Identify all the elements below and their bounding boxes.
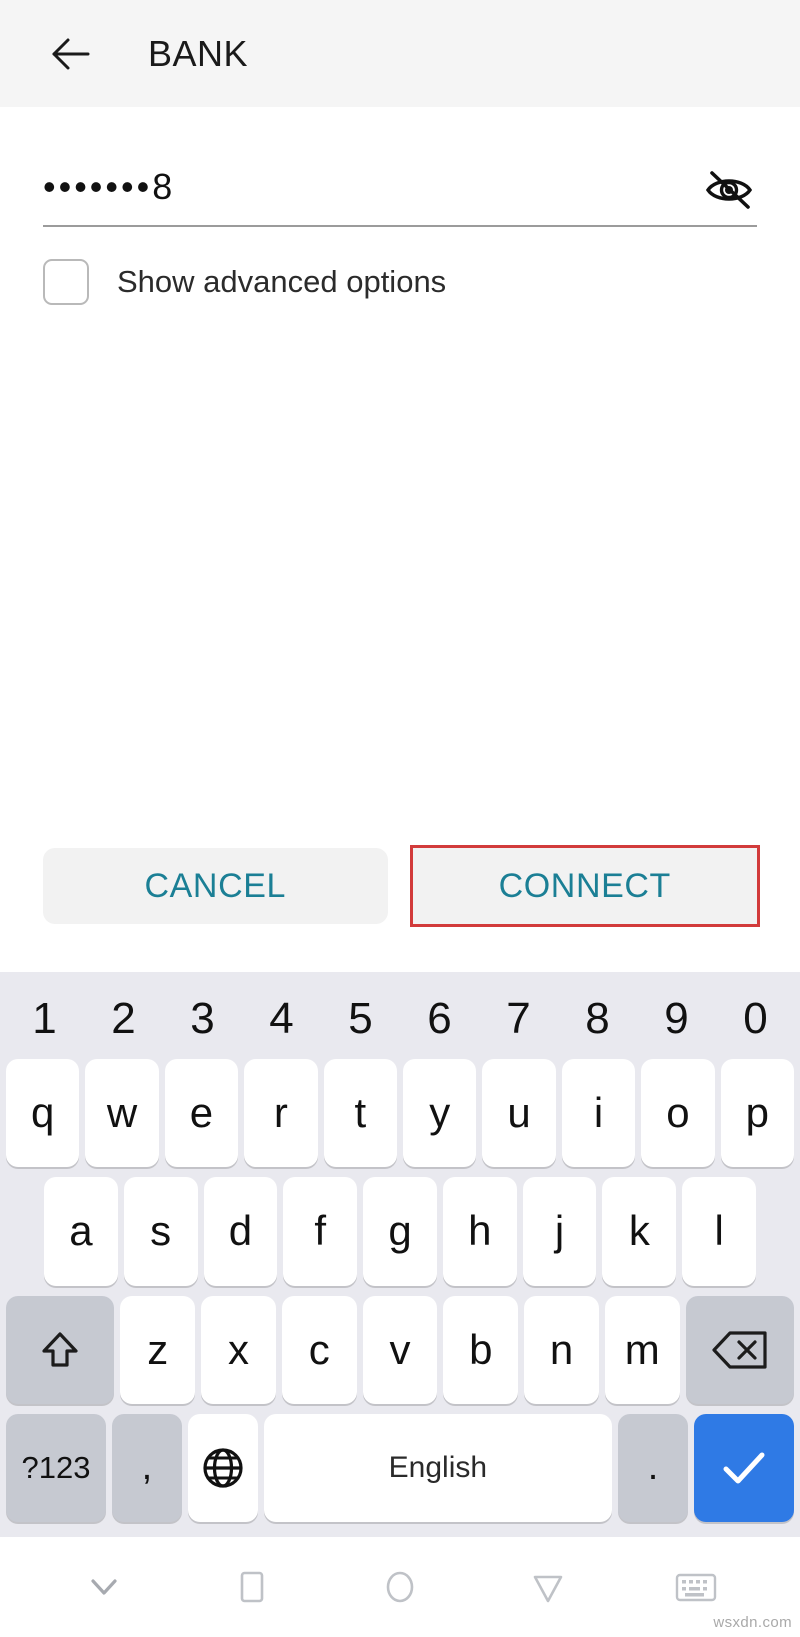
key-8[interactable]: 8 — [561, 988, 634, 1049]
key-t[interactable]: t — [323, 1059, 397, 1168]
key-i[interactable]: i — [561, 1059, 636, 1168]
shift-arrow-up-icon — [36, 1326, 84, 1374]
backspace-delete-icon — [711, 1329, 769, 1371]
key-4[interactable]: 4 — [245, 988, 318, 1049]
app-bar: BANK — [0, 0, 800, 107]
keyboard-number-row: 1 2 3 4 5 6 7 8 9 0 — [4, 978, 796, 1054]
symbols-key[interactable]: ?123 — [6, 1413, 107, 1522]
show-advanced-options-label: Show advanced options — [117, 264, 447, 299]
arrow-left-icon — [46, 30, 94, 78]
password-input[interactable]: •••••••8 — [43, 169, 175, 211]
back-button[interactable] — [42, 26, 98, 82]
backspace-key[interactable] — [685, 1295, 795, 1404]
page-title: BANK — [148, 32, 249, 74]
key-n[interactable]: n — [524, 1295, 599, 1404]
enter-key[interactable] — [693, 1413, 795, 1522]
language-key[interactable] — [187, 1413, 258, 1522]
key-d[interactable]: d — [203, 1177, 278, 1286]
key-r[interactable]: r — [244, 1059, 318, 1168]
key-c[interactable]: c — [281, 1295, 357, 1404]
shift-key[interactable] — [5, 1295, 115, 1404]
key-f[interactable]: f — [283, 1177, 358, 1286]
key-9[interactable]: 9 — [640, 988, 713, 1049]
checkmark-icon — [718, 1446, 770, 1490]
back-nav-button[interactable] — [513, 1552, 583, 1622]
form-area: •••••••8 Show advanced options CANCEL CO… — [0, 107, 800, 972]
key-g[interactable]: g — [363, 1177, 437, 1286]
key-q[interactable]: q — [5, 1059, 80, 1168]
watermark: wsxdn.com — [713, 1614, 792, 1631]
period-key[interactable]: . — [618, 1413, 688, 1522]
key-l[interactable]: l — [682, 1177, 757, 1286]
key-u[interactable]: u — [482, 1059, 556, 1168]
toggle-password-visibility-button[interactable] — [701, 162, 757, 218]
key-m[interactable]: m — [604, 1295, 680, 1404]
phone-screen: BANK •••••••8 Show advanced options CANC… — [0, 0, 800, 1637]
cancel-button[interactable]: CANCEL — [43, 848, 388, 924]
keyboard-row-zxcv: z x c v b n m — [4, 1291, 796, 1409]
keyboard-row-bottom: ?123 , English . — [4, 1409, 796, 1527]
key-o[interactable]: o — [641, 1059, 715, 1168]
show-advanced-options-checkbox[interactable] — [43, 259, 89, 305]
circle-home-icon — [378, 1565, 422, 1609]
home-button[interactable] — [365, 1552, 435, 1622]
key-6[interactable]: 6 — [403, 988, 476, 1049]
key-h[interactable]: h — [442, 1177, 517, 1286]
password-field-row: •••••••8 — [43, 155, 757, 227]
key-s[interactable]: s — [123, 1177, 198, 1286]
on-screen-keyboard: 1 2 3 4 5 6 7 8 9 0 q w e r t y u i o p … — [0, 972, 800, 1537]
key-e[interactable]: e — [164, 1059, 239, 1168]
system-navigation-bar: wsxdn.com — [0, 1537, 800, 1637]
key-z[interactable]: z — [120, 1295, 196, 1404]
globe-language-icon — [200, 1445, 246, 1491]
keyboard-switch-icon — [672, 1567, 720, 1607]
key-b[interactable]: b — [443, 1295, 519, 1404]
show-advanced-options-row[interactable]: Show advanced options — [43, 259, 757, 305]
comma-key[interactable]: , — [112, 1413, 182, 1522]
key-2[interactable]: 2 — [87, 988, 160, 1049]
key-a[interactable]: a — [43, 1177, 118, 1286]
key-j[interactable]: j — [522, 1177, 597, 1286]
keyboard-row-asdf: a s d f g h j k l — [4, 1172, 796, 1290]
hide-keyboard-button[interactable] — [69, 1552, 139, 1622]
action-buttons: CANCEL CONNECT — [43, 845, 760, 927]
key-w[interactable]: w — [85, 1059, 159, 1168]
eye-off-icon — [703, 168, 755, 212]
key-7[interactable]: 7 — [482, 988, 555, 1049]
keyboard-row-qwerty: q w e r t y u i o p — [4, 1054, 796, 1172]
triangle-down-back-icon — [526, 1565, 570, 1609]
connect-button[interactable]: CONNECT — [409, 845, 760, 927]
key-y[interactable]: y — [403, 1059, 477, 1168]
square-recents-icon — [230, 1565, 274, 1609]
key-5[interactable]: 5 — [324, 988, 397, 1049]
key-p[interactable]: p — [720, 1059, 795, 1168]
chevron-down-hide-keyboard-icon — [82, 1565, 126, 1609]
key-3[interactable]: 3 — [166, 988, 239, 1049]
key-v[interactable]: v — [362, 1295, 438, 1404]
recents-button[interactable] — [217, 1552, 287, 1622]
space-key[interactable]: English — [263, 1413, 613, 1522]
key-x[interactable]: x — [201, 1295, 276, 1404]
switch-keyboard-button[interactable] — [661, 1552, 731, 1622]
key-1[interactable]: 1 — [8, 988, 81, 1049]
key-k[interactable]: k — [602, 1177, 677, 1286]
key-0[interactable]: 0 — [719, 988, 792, 1049]
